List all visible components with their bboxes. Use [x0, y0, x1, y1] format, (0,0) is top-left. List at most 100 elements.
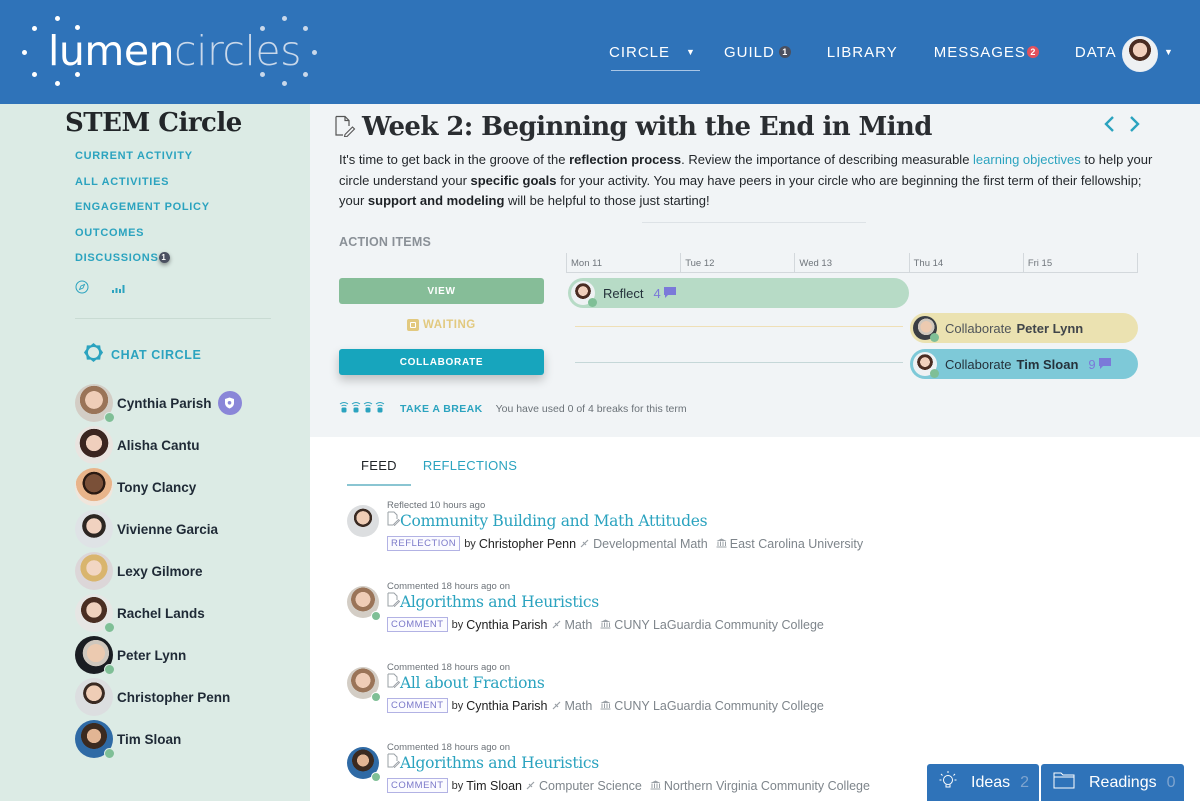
feed-type-tag: COMMENT	[387, 698, 448, 713]
member-item[interactable]: Peter Lynn	[75, 634, 242, 676]
discipline: Developmental Math	[580, 537, 708, 551]
chevron-right-icon[interactable]	[1129, 115, 1141, 138]
sidebar-link-outcomes[interactable]: OUTCOMES	[75, 227, 210, 253]
learning-objectives-link[interactable]: learning objectives	[973, 152, 1081, 167]
logo-dot	[303, 72, 308, 77]
collaborate-button[interactable]: COLLABORATE	[339, 349, 544, 375]
bar-chart-icon[interactable]	[111, 281, 125, 299]
timeline-collab-peter-pill[interactable]: Collaborate Peter Lynn	[910, 313, 1138, 343]
online-indicator	[930, 333, 939, 342]
compass-icon[interactable]	[75, 280, 89, 299]
sidebar-link-engagement-policy[interactable]: ENGAGEMENT POLICY	[75, 201, 210, 227]
feed-title: Community Building and Math Attitudes	[400, 511, 708, 530]
ideas-dock-button[interactable]: Ideas 2	[927, 764, 1039, 801]
messages-badge: 2	[1026, 46, 1039, 58]
member-name: Tony Clancy	[117, 479, 197, 495]
institution-icon	[650, 779, 661, 793]
member-item[interactable]: Tim Sloan	[75, 718, 242, 760]
member-item[interactable]: Rachel Lands	[75, 592, 242, 634]
discipline-label: Math	[564, 617, 593, 632]
chat-circle-header[interactable]: CHAT CIRCLE	[83, 342, 201, 368]
discussions-badge: 1	[158, 252, 170, 263]
nav-data[interactable]: DATA	[1075, 0, 1117, 104]
coffee-cup-icon	[363, 400, 373, 418]
timeline-reflect-pill[interactable]: Reflect 4	[568, 278, 909, 308]
reflect-comments: 4	[653, 286, 676, 301]
by-label: by	[451, 699, 464, 712]
feed-title: Algorithms and Heuristics	[400, 753, 599, 772]
by-label: by	[464, 537, 476, 550]
member-item[interactable]: Christopher Penn	[75, 676, 242, 718]
nav-guild[interactable]: GUILD 1	[724, 0, 791, 104]
avatar[interactable]	[347, 505, 379, 537]
member-item[interactable]: Vivienne Garcia	[75, 508, 242, 550]
feed-byline: COMMENT by Cynthia Parish Math CUNY LaGuardi…	[387, 617, 824, 632]
nav-messages[interactable]: MESSAGES 2	[934, 0, 1039, 104]
member-name: Vivienne Garcia	[117, 521, 219, 537]
logo-wordmark: lumencircles	[48, 26, 301, 76]
discipline-label: Computer Science	[539, 778, 642, 793]
feed-tabs: FEED REFLECTIONS	[347, 455, 531, 486]
sidebar-link-discussions[interactable]: DISCUSSIONS 1	[75, 252, 210, 278]
institution-label: CUNY LaGuardia Community College	[614, 617, 824, 632]
feed-title-link[interactable]: Community Building and Math Attitudes	[387, 511, 708, 530]
readings-label: Readings	[1089, 773, 1157, 791]
calendar-header: Mon 11 Tue 12 Wed 13 Thu 14 Fri 15	[566, 253, 1139, 273]
avatar	[571, 281, 597, 307]
avatar[interactable]	[347, 586, 381, 621]
avatar	[75, 594, 115, 633]
intro-text: . Review the importance of describing me…	[681, 152, 974, 167]
tab-feed[interactable]: FEED	[347, 455, 411, 486]
take-a-break-link[interactable]: TAKE A BREAK	[400, 403, 483, 415]
author-link[interactable]: Cynthia Parish	[466, 699, 547, 713]
nav-library[interactable]: LIBRARY	[827, 0, 898, 104]
sidebar-link-all-activities[interactable]: ALL ACTIVITIES	[75, 176, 210, 202]
collab-person: Peter Lynn	[1016, 320, 1084, 336]
author-link[interactable]: Christopher Penn	[479, 537, 576, 551]
discipline: Math	[552, 699, 592, 713]
lumen-circles-logo[interactable]: lumencircles	[18, 14, 328, 90]
member-name: Peter Lynn	[117, 647, 187, 663]
feed-title-link[interactable]: All about Fractions	[387, 673, 545, 692]
feed-title-link[interactable]: Algorithms and Heuristics	[387, 592, 599, 611]
author-link[interactable]: Tim Sloan	[466, 779, 522, 793]
timeline-collab-tim-pill[interactable]: Collaborate Tim Sloan 9	[910, 349, 1138, 379]
lightbulb-icon	[939, 770, 957, 795]
member-item[interactable]: Lexy Gilmore	[75, 550, 242, 592]
user-avatar[interactable]	[1122, 36, 1158, 72]
avatar	[75, 468, 113, 506]
ideas-label: Ideas	[971, 773, 1011, 791]
discipline: Computer Science	[526, 779, 642, 793]
view-button[interactable]: VIEW	[339, 278, 544, 304]
author-link[interactable]: Cynthia Parish	[466, 618, 547, 632]
activity-panel: Week 2: Beginning with the End in Mind I…	[310, 104, 1200, 437]
ideas-count: 2	[1020, 773, 1030, 791]
member-item[interactable]: Tony Clancy	[75, 466, 242, 508]
institution-icon	[600, 699, 611, 713]
sidebar-link-current-activity[interactable]: CURRENT ACTIVITY	[75, 150, 210, 176]
chevron-down-icon[interactable]: ▼	[1164, 47, 1173, 57]
intro-bold: support and modeling	[367, 193, 505, 208]
member-item[interactable]: Cynthia Parish	[75, 382, 242, 424]
avatar[interactable]	[347, 747, 381, 782]
institution-label: East Carolina University	[729, 536, 864, 551]
feed-type-tag: COMMENT	[387, 617, 448, 632]
avatar	[75, 384, 115, 423]
member-item[interactable]: Alisha Cantu	[75, 424, 242, 466]
tab-reflections[interactable]: REFLECTIONS	[409, 455, 531, 486]
edit-document-icon	[334, 115, 356, 142]
avatar[interactable]	[347, 667, 381, 702]
chevron-left-icon[interactable]	[1103, 115, 1115, 138]
intro-text: will be helpful to those just starting!	[504, 193, 710, 208]
institution: Northern Virginia Community College	[650, 779, 870, 793]
intro-divider	[642, 222, 866, 223]
sidebar: STEM Circle CURRENT ACTIVITY ALL ACTIVIT…	[0, 104, 310, 801]
online-indicator	[371, 772, 381, 782]
online-indicator	[930, 369, 939, 378]
member-name: Cynthia Parish	[117, 395, 212, 411]
feed-title-link[interactable]: Algorithms and Heuristics	[387, 753, 599, 772]
readings-dock-button[interactable]: Readings 0	[1041, 764, 1184, 801]
avatar	[913, 316, 939, 342]
tim-comments: 9	[1088, 357, 1111, 372]
nav-circle[interactable]: CIRCLE ▼	[609, 0, 700, 104]
